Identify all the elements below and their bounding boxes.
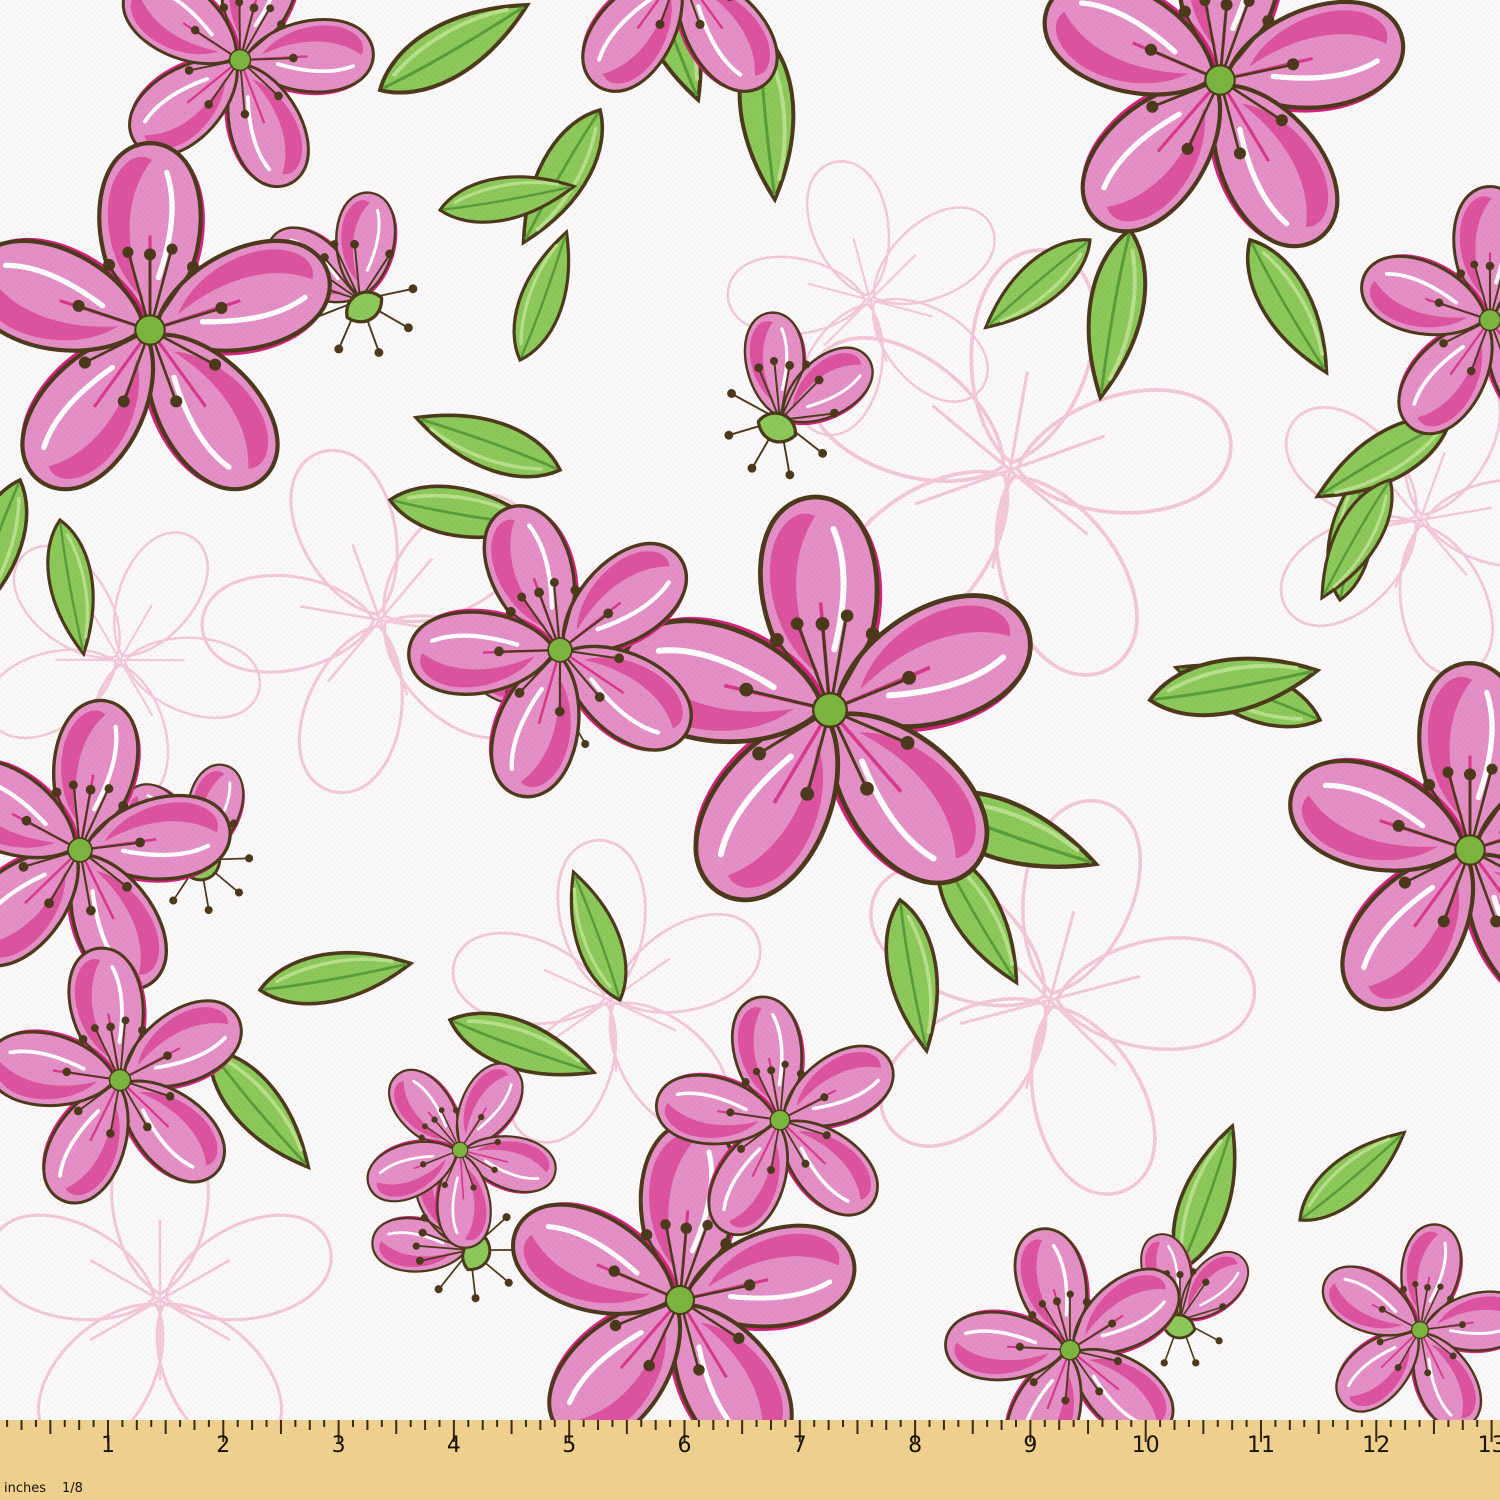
measuring-ruler: 1 2 3 4 5 6 7 8 9 10 11 12 13 inches 1/8	[0, 1420, 1500, 1500]
ruler-number: 4	[447, 1433, 461, 1458]
ruler-number: 6	[678, 1433, 692, 1458]
fabric-weave-texture	[0, 0, 1500, 1420]
ruler-fraction-label: 1/8	[62, 1481, 83, 1496]
ruler-number: 11	[1247, 1433, 1275, 1458]
ruler-number: 13	[1478, 1433, 1500, 1458]
ruler-number: 10	[1132, 1433, 1160, 1458]
ruler-number: 7	[793, 1433, 807, 1458]
ruler-unit-label: inches	[4, 1481, 46, 1496]
ruler-number: 3	[332, 1433, 346, 1458]
ruler-number: 9	[1023, 1433, 1037, 1458]
ruler-number: 12	[1362, 1433, 1390, 1458]
ruler-number: 8	[908, 1433, 922, 1458]
ruler-number: 1	[101, 1433, 115, 1458]
ruler-number: 2	[216, 1433, 230, 1458]
ruler-number: 5	[562, 1433, 576, 1458]
fabric-swatch-scene: 1 2 3 4 5 6 7 8 9 10 11 12 13 inches 1/8	[0, 0, 1500, 1500]
fabric-pattern: 1 2 3 4 5 6 7 8 9 10 11 12 13 inches 1/8	[0, 0, 1500, 1500]
